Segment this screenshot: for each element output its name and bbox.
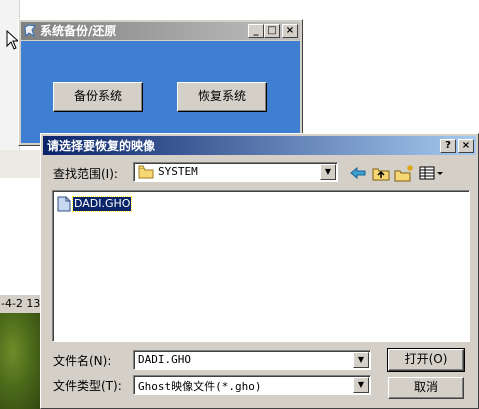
chevron-down-icon[interactable]: ▼ <box>320 164 336 180</box>
file-name-label: DADI.GHO <box>71 196 133 212</box>
list-item[interactable]: DADI.GHO <box>57 196 133 212</box>
open-image-dialog: 请选择要恢复的映像 ? × 查找范围(I): SYSTEM ▼ DADI.GHO… <box>40 133 479 409</box>
app-icon <box>24 24 36 38</box>
backup-restore-titlebar[interactable]: 系统备份/还原 _ □ × <box>21 22 300 40</box>
file-name-input[interactable]: DADI.GHO ▼ <box>133 350 371 370</box>
open-button[interactable]: 打开(O) <box>387 348 465 372</box>
window-title: 系统备份/还原 <box>40 24 117 38</box>
desktop-wallpaper <box>0 313 42 409</box>
cancel-button[interactable]: 取消 <box>388 377 464 399</box>
file-list[interactable]: DADI.GHO <box>52 190 470 342</box>
minimize-button[interactable]: _ <box>248 24 264 38</box>
file-type-label: 文件类型(T): <box>53 379 122 393</box>
taskbar-clock: -4-2 13: <box>0 295 42 313</box>
backup-restore-client: 备份系统 恢复系统 <box>21 41 300 143</box>
file-name-value: DADI.GHO <box>138 353 191 366</box>
look-in-label: 查找范围(I): <box>53 167 118 181</box>
dialog-title: 请选择要恢复的映像 <box>47 139 156 153</box>
close-button[interactable]: × <box>282 24 298 38</box>
background-window-edge <box>0 0 20 175</box>
look-in-dropdown[interactable]: SYSTEM ▼ <box>133 162 338 182</box>
look-in-value: SYSTEM <box>158 165 198 178</box>
folder-icon <box>138 165 154 179</box>
background-panel <box>0 150 42 178</box>
file-name-field-label: 文件名(N): <box>53 354 112 368</box>
dialog-window-controls: ? × <box>440 139 474 153</box>
chevron-down-icon[interactable]: ▼ <box>353 352 369 368</box>
file-type-dropdown[interactable]: Ghost映像文件(*.gho) ▼ <box>133 375 371 395</box>
dialog-titlebar[interactable]: 请选择要恢复的映像 ? × <box>43 136 476 155</box>
up-one-level-icon[interactable] <box>370 163 392 183</box>
file-icon <box>57 196 71 212</box>
restore-system-button[interactable]: 恢复系统 <box>177 82 267 112</box>
maximize-button[interactable]: □ <box>264 24 280 38</box>
chevron-down-icon[interactable]: ▼ <box>353 377 369 393</box>
new-folder-icon[interactable] <box>393 163 415 183</box>
backup-restore-window: 系统备份/还原 _ □ × 备份系统 恢复系统 <box>18 19 303 146</box>
backup-system-button[interactable]: 备份系统 <box>53 82 143 112</box>
back-arrow-icon[interactable] <box>347 163 369 183</box>
window-controls: _ □ × <box>248 24 298 38</box>
help-button[interactable]: ? <box>440 139 456 153</box>
dialog-close-button[interactable]: × <box>458 139 474 153</box>
view-menu-icon[interactable] <box>417 163 445 183</box>
file-type-value: Ghost映像文件(*.gho) <box>138 380 262 393</box>
